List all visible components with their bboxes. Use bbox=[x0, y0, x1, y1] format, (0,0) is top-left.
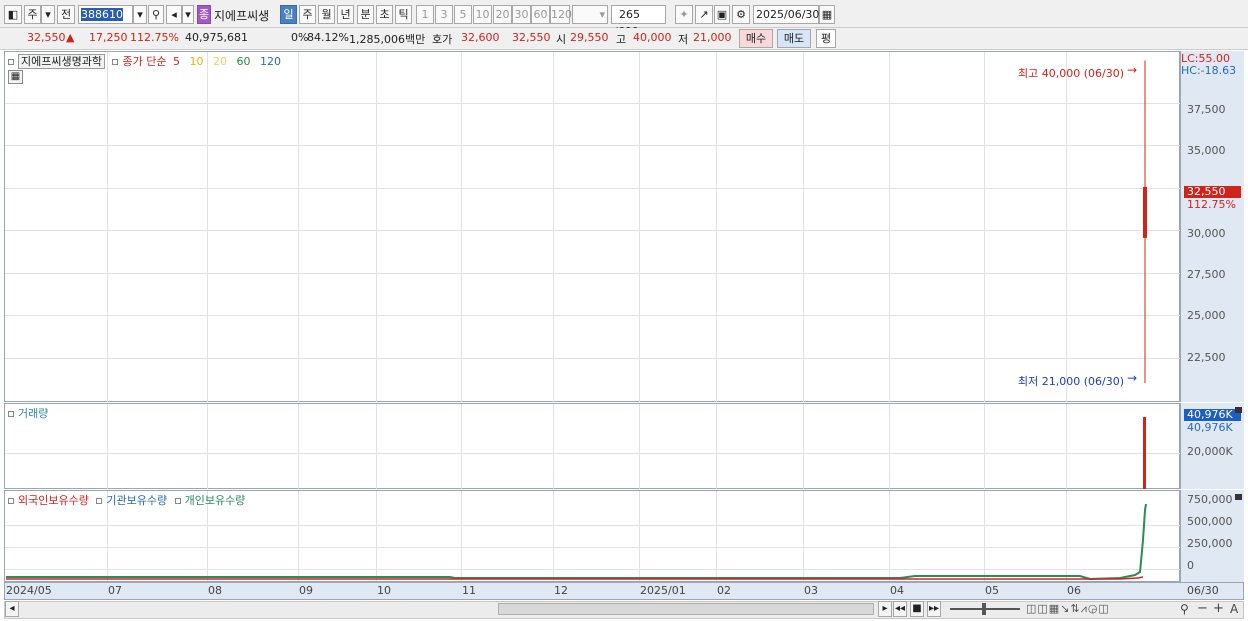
tool-icons[interactable]: ◫◫▦↘⇅⩘◶◫ bbox=[1026, 602, 1110, 616]
x-axis-label: 02 bbox=[717, 584, 731, 597]
chart-svg bbox=[6, 60, 1147, 581]
x-axis-label: 08 bbox=[208, 584, 222, 597]
x-axis-label: 07 bbox=[108, 584, 122, 597]
x-axis bbox=[4, 582, 1244, 600]
minus-icon[interactable]: − bbox=[1197, 601, 1208, 616]
font-icon[interactable]: A bbox=[1230, 602, 1238, 616]
plus-icon[interactable]: + bbox=[1213, 601, 1224, 616]
individual-holding-line bbox=[6, 503, 1147, 581]
x-axis-label: 05 bbox=[985, 584, 999, 597]
zoom-in-icon[interactable]: ⚲ bbox=[1180, 602, 1189, 616]
fast-forward-icon[interactable]: ▸▸ bbox=[927, 601, 941, 617]
x-axis-label: 2024/05 bbox=[6, 584, 52, 597]
stop-icon[interactable]: ■ bbox=[910, 601, 924, 617]
x-axis-label: 06 bbox=[1067, 584, 1081, 597]
x-axis-label: 12 bbox=[554, 584, 568, 597]
scroll-left-icon[interactable]: ◂ bbox=[5, 601, 19, 617]
scroll-thumb[interactable] bbox=[498, 603, 874, 615]
x-axis-label: 04 bbox=[890, 584, 904, 597]
x-axis-label: 11 bbox=[462, 584, 476, 597]
x-axis-label: 10 bbox=[377, 584, 391, 597]
x-end-label: 06/30 bbox=[1187, 584, 1219, 597]
x-axis-label: 09 bbox=[299, 584, 313, 597]
x-axis-label: 03 bbox=[804, 584, 818, 597]
volume-bar bbox=[1143, 417, 1146, 489]
rewind-icon[interactable]: ◂◂ bbox=[893, 601, 907, 617]
candle-body bbox=[1143, 186, 1147, 238]
scroll-right-icon[interactable]: ▸ bbox=[878, 601, 892, 617]
x-axis-label: 2025/01 bbox=[640, 584, 686, 597]
zoom-slider-handle[interactable] bbox=[982, 603, 986, 615]
